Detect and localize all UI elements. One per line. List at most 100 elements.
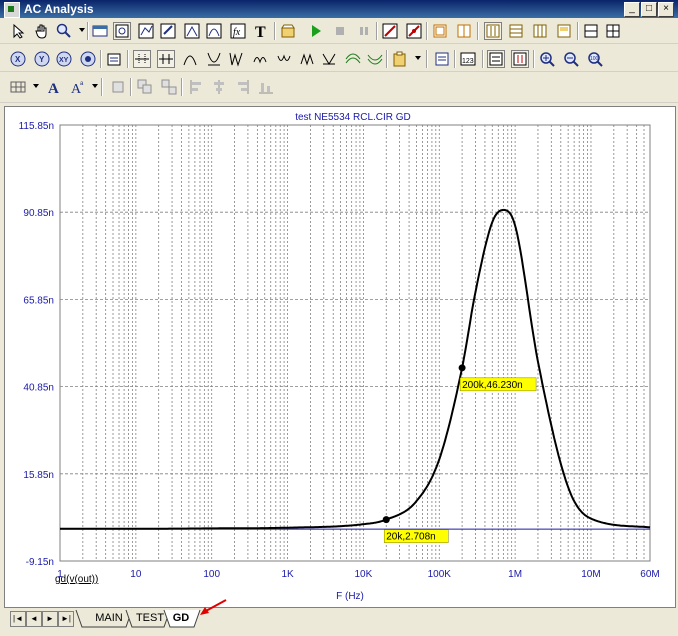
toolbar-separator xyxy=(482,50,484,68)
y-tick-label: 115.85n xyxy=(19,121,54,132)
first-tab-button[interactable]: |◄ xyxy=(10,611,26,627)
grid-toggle-icon[interactable] xyxy=(9,78,27,96)
global-low-icon[interactable] xyxy=(275,50,293,68)
scale-plot-icon[interactable] xyxy=(113,22,131,40)
window-plot-icon[interactable] xyxy=(91,22,109,40)
copy-format-icon[interactable] xyxy=(109,78,127,96)
inflection-icon[interactable] xyxy=(227,50,245,68)
global-high-icon[interactable] xyxy=(251,50,269,68)
valley-icon[interactable] xyxy=(157,50,175,68)
toolbar-separator xyxy=(454,50,456,68)
layout-3-icon[interactable] xyxy=(484,22,502,40)
grid-dropdown-icon[interactable] xyxy=(33,84,39,88)
edit-plot-icon[interactable] xyxy=(159,22,177,40)
font-dropdown-icon[interactable] xyxy=(92,84,98,88)
text-plot-icon[interactable] xyxy=(183,22,201,40)
prev-data-icon[interactable] xyxy=(366,50,384,68)
x-tick-label: 10 xyxy=(130,569,142,580)
clipboard-dropdown-icon[interactable] xyxy=(415,56,421,60)
layout-5-icon[interactable] xyxy=(531,22,549,40)
layout-4-icon[interactable] xyxy=(507,22,525,40)
zoom-in-icon[interactable] xyxy=(538,50,556,68)
x-tick-label: 1K xyxy=(281,569,294,580)
cursor-a-icon[interactable] xyxy=(381,22,399,40)
svg-text:fx: fx xyxy=(233,27,241,38)
formula-icon[interactable]: fx xyxy=(229,22,247,40)
zoom-dropdown-icon[interactable] xyxy=(79,28,85,32)
stop-icon[interactable] xyxy=(331,22,349,40)
y-tick-label: 40.85n xyxy=(23,383,54,394)
tab-main[interactable]: MAIN xyxy=(84,610,134,627)
run-icon[interactable] xyxy=(307,22,325,40)
y-tick-label: -9.15n xyxy=(26,557,54,568)
cursor-mode-2-icon[interactable] xyxy=(511,50,529,68)
high-icon[interactable] xyxy=(181,50,199,68)
cursor-point xyxy=(382,516,390,524)
next-tab-button[interactable]: ► xyxy=(42,611,58,627)
curve-plot-icon[interactable] xyxy=(205,22,223,40)
zoom-magnifier-icon[interactable] xyxy=(55,22,73,40)
layout-6-icon[interactable] xyxy=(555,22,573,40)
minimize-button[interactable]: _ xyxy=(624,2,640,17)
prev-tab-button[interactable]: ◄ xyxy=(26,611,42,627)
toolbar-separator xyxy=(100,50,102,68)
ac-analysis-plot[interactable]: test NE5534 RCL.CIR GD -9.15n 15.85n 40.85… xyxy=(5,107,675,607)
cursor-mode-1-icon[interactable] xyxy=(487,50,505,68)
pause-icon[interactable] xyxy=(355,22,373,40)
top-icon[interactable] xyxy=(298,50,316,68)
align-bottom-icon[interactable] xyxy=(257,78,275,96)
svg-text:T: T xyxy=(255,24,266,40)
zoom-y-icon[interactable]: Y xyxy=(33,50,51,68)
red-arrow-icon xyxy=(200,599,227,615)
toolbar-separator xyxy=(426,50,428,68)
label-tool-icon[interactable] xyxy=(279,22,297,40)
svg-text:Y: Y xyxy=(39,55,45,64)
cursor-b-icon[interactable] xyxy=(405,22,423,40)
close-button[interactable]: × xyxy=(658,2,674,17)
y-tick-label: 15.85n xyxy=(23,470,54,481)
x-tick-label: 100K xyxy=(428,569,452,580)
align-center-icon[interactable] xyxy=(210,78,228,96)
text-tool-icon[interactable]: T xyxy=(253,22,271,40)
y-tick-label: 90.85n xyxy=(23,208,54,219)
select-arrow-icon[interactable] xyxy=(9,22,27,40)
toolbar-separator xyxy=(477,22,479,40)
plot-area[interactable]: test NE5534 RCL.CIR GD -9.15n 15.85n 40.85… xyxy=(4,106,676,608)
svg-text:X: X xyxy=(15,55,21,64)
grid-list-icon[interactable] xyxy=(433,50,451,68)
zoom-fit-icon[interactable]: XY xyxy=(55,50,73,68)
tab-test[interactable]: TEST xyxy=(132,610,168,627)
clipboard-icon[interactable] xyxy=(391,50,409,68)
zoom-100-icon[interactable]: 100 xyxy=(586,50,604,68)
gd-trace[interactable] xyxy=(60,208,651,530)
low-icon[interactable] xyxy=(205,50,223,68)
toolbar-separator xyxy=(101,78,103,96)
font-a-icon[interactable]: Aa xyxy=(68,78,86,96)
chart-grid-icon[interactable] xyxy=(137,22,155,40)
bottom-icon[interactable] xyxy=(320,50,338,68)
layout-8-icon[interactable] xyxy=(604,22,622,40)
layout-7-icon[interactable] xyxy=(582,22,600,40)
x-tick-label: 1M xyxy=(508,569,522,580)
properties-icon[interactable] xyxy=(105,50,123,68)
maximize-button[interactable]: □ xyxy=(641,2,657,17)
x-tick-label: 100 xyxy=(203,569,220,580)
trace-name-label[interactable]: gd(v(out)) xyxy=(55,574,98,585)
align-right-icon[interactable] xyxy=(233,78,251,96)
zoom-out-icon[interactable] xyxy=(562,50,580,68)
group-icon[interactable] xyxy=(136,78,154,96)
next-data-icon[interactable] xyxy=(344,50,362,68)
last-tab-button[interactable]: ►| xyxy=(58,611,74,627)
pan-hand-icon[interactable] xyxy=(33,22,51,40)
ungroup-icon[interactable] xyxy=(160,78,178,96)
data-table-icon[interactable]: 123 xyxy=(459,50,477,68)
align-left-icon[interactable] xyxy=(188,78,206,96)
peak-icon[interactable] xyxy=(133,50,151,68)
cursor-markers[interactable]: 200k,46.230n 20k,2.708n xyxy=(382,364,537,543)
layout-1-icon[interactable] xyxy=(431,22,449,40)
zoom-x-icon[interactable]: X xyxy=(9,50,27,68)
tab-gd[interactable]: GD xyxy=(166,610,196,627)
text-a-icon[interactable]: A xyxy=(45,78,63,96)
layout-2-icon[interactable] xyxy=(455,22,473,40)
zoom-auto-icon[interactable] xyxy=(79,50,97,68)
